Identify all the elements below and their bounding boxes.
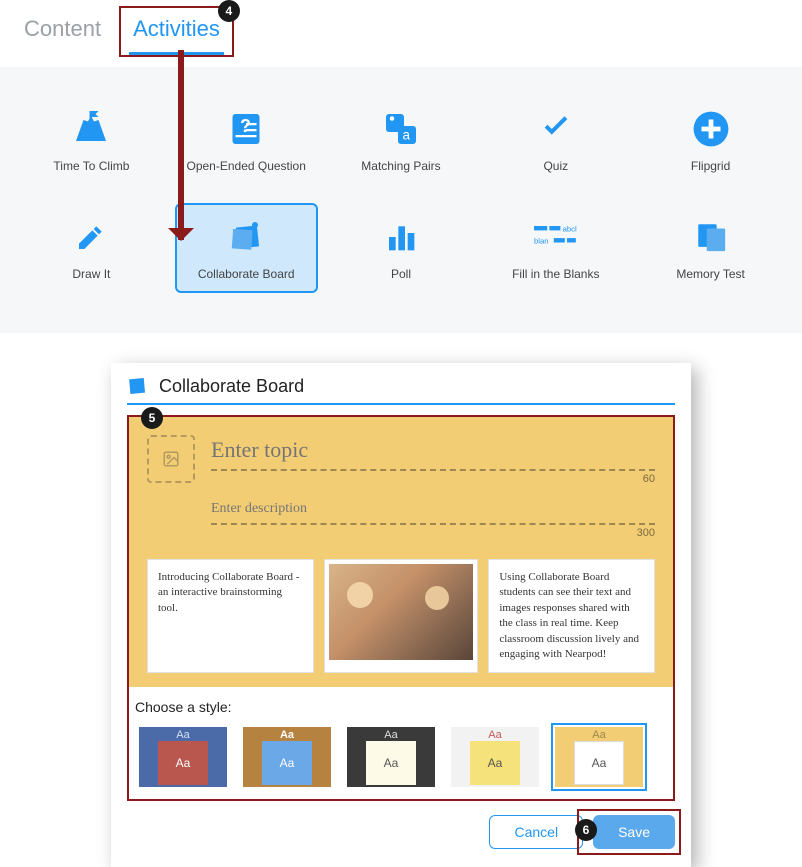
activity-fill-blanks[interactable]: abcl blan Fill in the Blanks: [484, 203, 627, 293]
sticky-notes-icon: [226, 219, 266, 255]
checkmark-icon: [536, 112, 576, 146]
tab-activities[interactable]: Activities: [129, 8, 224, 55]
activity-open-ended[interactable]: ? Open-Ended Question: [175, 97, 318, 183]
activity-label: Collaborate Board: [198, 267, 295, 281]
cards-icon: [693, 220, 729, 254]
activity-label: Draw It: [72, 267, 110, 281]
description-input[interactable]: [211, 499, 655, 525]
tab-content[interactable]: Content: [20, 8, 105, 55]
activity-label: Quiz: [543, 159, 568, 173]
style-option-1[interactable]: Aa Aa: [135, 723, 231, 791]
activity-matching-pairs[interactable]: a Matching Pairs: [330, 97, 473, 183]
info-card-2: Using Collaborate Board students can see…: [488, 559, 655, 673]
info-card-image: [324, 559, 479, 673]
activity-memory-test[interactable]: Memory Test: [639, 203, 782, 293]
image-upload[interactable]: [147, 435, 195, 483]
editor-title: Collaborate Board: [159, 376, 304, 397]
step-badge-4: 4: [218, 0, 240, 22]
save-button[interactable]: Save: [593, 815, 675, 849]
cancel-button[interactable]: Cancel: [489, 815, 583, 849]
style-option-3[interactable]: Aa Aa: [343, 723, 439, 791]
activity-label: Flipgrid: [691, 159, 730, 173]
question-doc-icon: ?: [228, 111, 264, 147]
activity-flipgrid[interactable]: Flipgrid: [639, 97, 782, 183]
style-label: Choose a style:: [135, 699, 667, 715]
activity-label: Memory Test: [676, 267, 744, 281]
style-option-4[interactable]: Aa Aa: [447, 723, 543, 791]
sample-photo: [329, 564, 474, 660]
svg-text:abcl: abcl: [562, 225, 576, 234]
activity-collaborate-board[interactable]: Collaborate Board: [175, 203, 318, 293]
step-badge-5: 5: [141, 407, 163, 429]
desc-char-limit: 300: [211, 527, 655, 539]
activity-quiz[interactable]: Quiz: [484, 97, 627, 183]
activity-label: Matching Pairs: [361, 159, 440, 173]
style-option-5[interactable]: Aa Aa: [551, 723, 647, 791]
mountain-flag-icon: [73, 111, 109, 147]
bar-chart-icon: [383, 221, 419, 253]
activity-panel: Time To Climb ? Open-Ended Question a Ma…: [0, 67, 802, 333]
image-icon: [162, 450, 180, 468]
activity-label: Fill in the Blanks: [512, 267, 599, 281]
annotation-arrow: [178, 50, 184, 240]
activity-poll[interactable]: Poll: [330, 203, 473, 293]
tabs: Content Activities 4: [0, 0, 802, 55]
pencil-icon: [75, 221, 107, 253]
topic-char-limit: 60: [211, 473, 655, 485]
activity-time-to-climb[interactable]: Time To Climb: [20, 97, 163, 183]
plus-circle-icon: [692, 110, 730, 148]
style-option-2[interactable]: Aa Aa: [239, 723, 335, 791]
info-card-1: Introducing Collaborate Board - an inter…: [147, 559, 314, 673]
activity-draw-it[interactable]: Draw It: [20, 203, 163, 293]
activity-label: Open-Ended Question: [186, 159, 305, 173]
pairs-icon: a: [383, 111, 419, 147]
fill-blanks-icon: abcl blan: [534, 222, 578, 252]
activity-label: Time To Climb: [53, 159, 129, 173]
svg-text:?: ?: [240, 116, 251, 136]
sticky-note-icon: [127, 375, 149, 397]
svg-text:blan: blan: [534, 237, 549, 246]
collaborate-board-editor: Collaborate Board 5 60 300 Introducing C…: [111, 363, 691, 867]
svg-text:a: a: [402, 128, 410, 143]
topic-input[interactable]: [211, 435, 655, 471]
activity-label: Poll: [391, 267, 411, 281]
